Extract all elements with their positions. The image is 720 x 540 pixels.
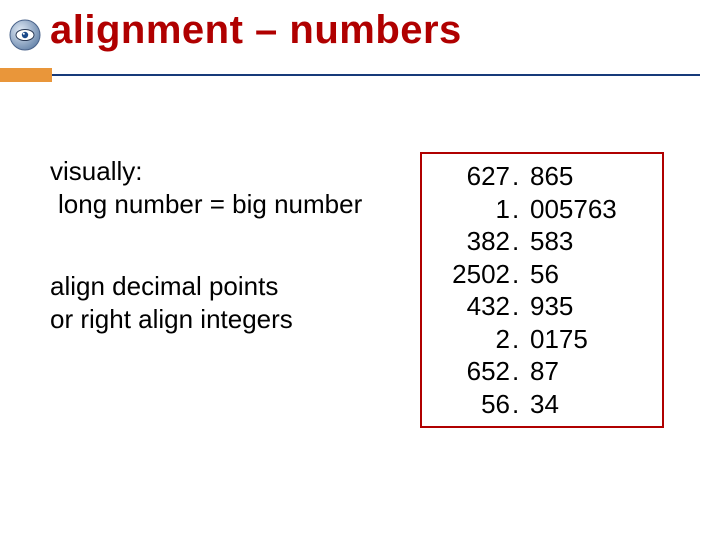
body-line: visually: [50,155,390,188]
frac-part: 0175 [530,323,652,356]
body-line: align decimal points [50,270,390,303]
number-row: 2502 . 56 [432,258,652,291]
decimal-sep: . [510,388,530,421]
frac-part: 583 [530,225,652,258]
frac-part: 935 [530,290,652,323]
number-row: 652 . 87 [432,355,652,388]
frac-part: 005763 [530,193,652,226]
accent-bar [0,68,52,82]
int-part: 432 [432,290,510,323]
slide-title: alignment – numbers [50,8,462,53]
number-row: 2 . 0175 [432,323,652,356]
title-underline [52,74,700,76]
number-row: 382 . 583 [432,225,652,258]
decimal-sep: . [510,225,530,258]
number-row: 627 . 865 [432,160,652,193]
int-part: 652 [432,355,510,388]
int-part: 2 [432,323,510,356]
decimal-sep: . [510,323,530,356]
decimal-sep: . [510,290,530,323]
slide: alignment – numbers visually: long numbe… [0,0,720,540]
body-text: visually: long number = big number align… [50,155,390,335]
decimal-sep: . [510,355,530,388]
decimal-sep: . [510,193,530,226]
decimal-sep: . [510,258,530,291]
body-line: or right align integers [50,303,390,336]
int-part: 56 [432,388,510,421]
eye-bullet-icon [8,18,42,52]
frac-part: 87 [530,355,652,388]
numbers-box: 627 . 865 1 . 005763 382 . 583 2502 . 56… [420,152,664,428]
int-part: 2502 [432,258,510,291]
int-part: 382 [432,225,510,258]
number-row: 56 . 34 [432,388,652,421]
body-line: long number = big number [50,188,390,221]
number-row: 1 . 005763 [432,193,652,226]
number-row: 432 . 935 [432,290,652,323]
int-part: 627 [432,160,510,193]
frac-part: 865 [530,160,652,193]
frac-part: 56 [530,258,652,291]
int-part: 1 [432,193,510,226]
frac-part: 34 [530,388,652,421]
decimal-sep: . [510,160,530,193]
